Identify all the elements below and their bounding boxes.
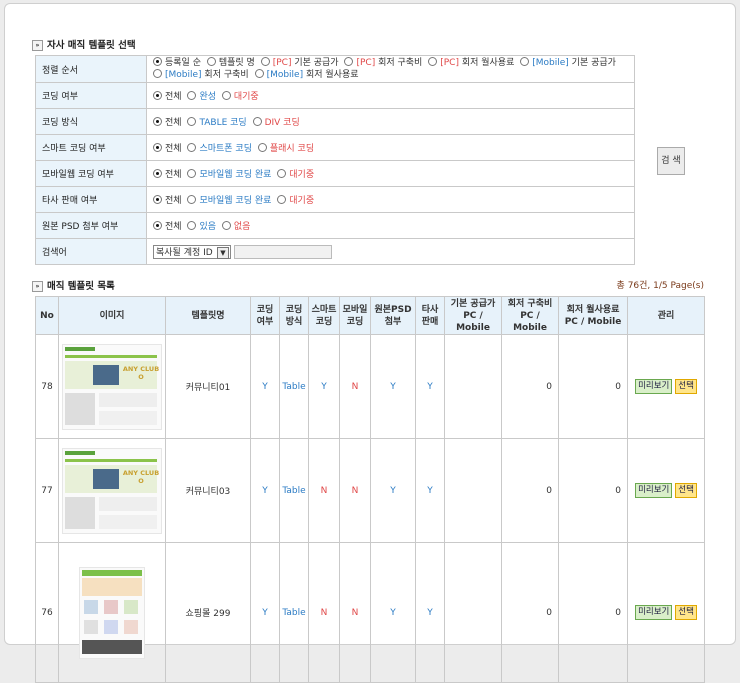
filter-label-smart: 스마트 코딩 여부 [35,134,147,161]
radio-coding-waiting[interactable] [221,91,231,100]
result-count: 총 76건, 1/5 Page(s) [616,281,704,291]
preview-button[interactable]: 미리보기 [635,379,673,394]
table-header-row: No 이미지 템플릿명 코딩 여부 코딩 방식 스마트 코딩 모바일 코딩 원본PSD 첨… [35,296,705,335]
template-thumbnail[interactable]: ANY CLUB O [62,447,162,534]
select-button[interactable]: 선택 [675,605,697,620]
filter-label-psd: 원본 PSD 첨부 여부 [35,212,147,239]
filter-section-title: » 자사 매직 템플릿 선택 [32,37,136,51]
radio-psd-no[interactable] [221,221,231,230]
col-no: No [35,296,59,335]
template-thumbnail[interactable]: ANY CLUB O [62,343,162,430]
radio-sort-pc-base[interactable] [260,57,270,66]
list-section-title: » 매직 템플릿 목록 [32,278,115,292]
col-smart: 스마트 코딩 [308,296,340,335]
select-button[interactable]: 선택 [675,483,697,498]
radio-sort-mobile-build[interactable] [153,69,162,78]
table-row: 77 ANY CLUB O 커뮤니티03 Y Table N N Y Y 0 0… [35,438,705,543]
radio-resale-waiting[interactable] [277,195,287,204]
filter-row-psd: 원본 PSD 첨부 여부 전체 있음 없음 [35,212,635,239]
radio-sort-mobile-monthly[interactable] [254,69,264,78]
section-bullet-icon: » [32,40,43,51]
filter-row-sort: 정렬 순서 등록일 순 템플릿 명 [PC] 기본 공급가 [PC] 회저 구축… [35,55,635,83]
filter-label-coding: 코딩 여부 [35,82,147,109]
filter-row-resale: 타사 판매 여부 전체 모바일웹 코딩 완료 대기중 [35,186,635,213]
filter-row-coding: 코딩 여부 전체 완성 대기중 [35,82,635,109]
preview-button[interactable]: 미리보기 [635,605,673,620]
radio-smart-flash[interactable] [257,143,267,152]
radio-sort-date[interactable] [153,57,162,66]
radio-mobile-waiting[interactable] [277,169,287,178]
filter-label-mobile: 모바일웹 코딩 여부 [35,160,147,187]
col-image: 이미지 [58,296,166,335]
col-name: 템플릿명 [165,296,251,335]
radio-sort-mobile-base[interactable] [520,57,530,66]
radio-method-all[interactable] [153,117,162,126]
radio-smart-all[interactable] [153,143,162,152]
filter-label-keyword: 검색어 [35,238,147,265]
radio-psd-all[interactable] [153,221,162,230]
radio-sort-name[interactable] [206,57,216,66]
radio-psd-yes[interactable] [187,221,197,230]
preview-button[interactable]: 미리보기 [635,483,673,498]
table-row: 78 ANY CLUB O 커뮤니티01 Y Table Y N Y Y 0 0… [35,334,705,439]
radio-sort-pc-build[interactable] [344,57,354,66]
select-button[interactable]: 선택 [675,379,697,394]
chevron-down-icon: ▼ [217,246,229,259]
col-mobile: 모바일 코딩 [339,296,371,335]
table-row: 76 쇼핑몰 299 Y Table N N Y Y 0 0 미리보기 선택 [35,542,705,683]
col-build-cost: 회저 구축비 PC / Mobile [501,296,559,335]
section-bullet-icon: » [32,281,43,292]
filter-label-sort: 정렬 순서 [35,55,147,83]
radio-mobile-done[interactable] [187,169,197,178]
filter-row-mobile: 모바일웹 코딩 여부 전체 모바일웹 코딩 완료 대기중 [35,160,635,187]
col-manage: 관리 [627,296,705,335]
filter-label-resale: 타사 판매 여부 [35,186,147,213]
radio-mobile-all[interactable] [153,169,162,178]
filter-label-coding-method: 코딩 방식 [35,108,147,135]
search-button[interactable]: 검 색 [657,147,685,175]
radio-coding-done[interactable] [187,91,197,100]
filter-table: 정렬 순서 등록일 순 템플릿 명 [PC] 기본 공급가 [PC] 회저 구축… [35,55,635,265]
radio-resale-done[interactable] [187,195,197,204]
filter-row-keyword: 검색어 복사될 계정 ID ▼ [35,238,635,265]
keyword-type-select[interactable]: 복사될 계정 ID ▼ [153,244,231,259]
radio-coding-all[interactable] [153,91,162,100]
filter-row-coding-method: 코딩 방식 전체 TABLE 코딩 DIV 코딩 [35,108,635,135]
template-list-table: No 이미지 템플릿명 코딩 여부 코딩 방식 스마트 코딩 모바일 코딩 원본PSD 첨… [35,296,705,683]
keyword-input[interactable] [234,244,332,259]
col-base-price: 기본 공급가 PC / Mobile [444,296,502,335]
radio-method-div[interactable] [252,117,262,126]
radio-smart-phone[interactable] [187,143,197,152]
filter-row-smart: 스마트 코딩 여부 전체 스마트폰 코딩 플래시 코딩 [35,134,635,161]
radio-sort-pc-monthly[interactable] [428,57,438,66]
col-method: 코딩 방식 [279,296,309,335]
radio-resale-all[interactable] [153,195,162,204]
template-thumbnail[interactable] [79,566,145,659]
col-coding: 코딩 여부 [250,296,280,335]
radio-method-table[interactable] [187,117,197,126]
col-resale: 타사 판매 [415,296,445,335]
col-monthly-fee: 회저 월사용료 PC / Mobile [558,296,628,335]
col-psd: 원본PSD 첨부 [370,296,416,335]
